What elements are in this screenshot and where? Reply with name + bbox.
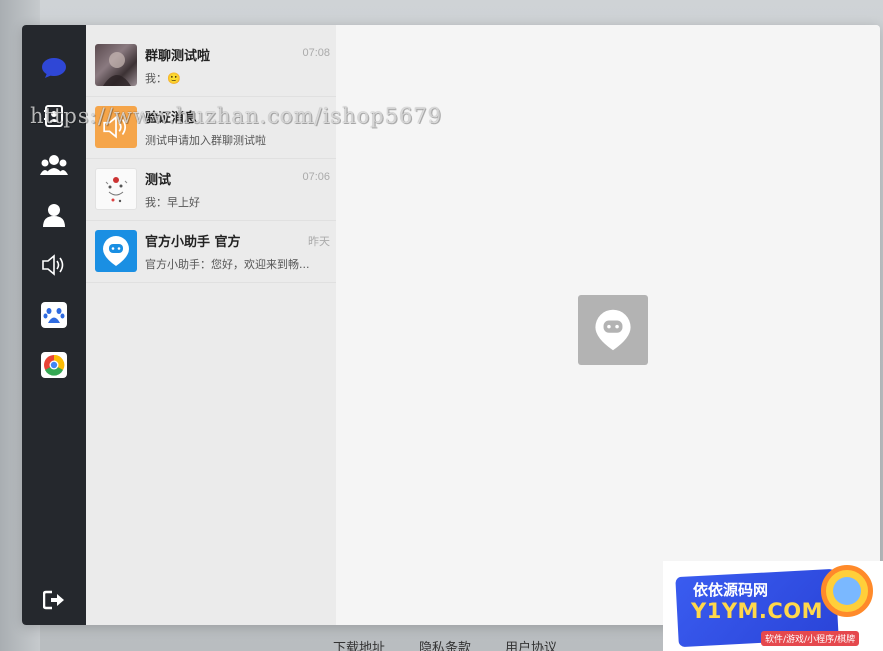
logout-icon[interactable] <box>39 585 69 615</box>
app-logo-placeholder <box>578 295 648 365</box>
speaker-avatar <box>95 106 137 148</box>
conversation-name: 测试 <box>145 173 172 188</box>
contacts-book-icon[interactable] <box>39 101 69 131</box>
assistant-avatar <box>95 230 137 272</box>
conversation-item[interactable]: 群聊测试啦 07:08 我：🙂 <box>86 35 336 97</box>
conversation-preview: 官方小助手：您好，欢迎来到畅... <box>145 258 310 271</box>
footer-links: 下载地址 隐私条款 用户协议 <box>333 637 557 651</box>
conversation-list: 群聊测试啦 07:08 我：🙂 验证消息 测试申请加入群聊测试啦 测试 07:0… <box>86 25 336 625</box>
site-badge: 依依源码网 Y1YM.COM 软件/游戏/小程序/棋牌 <box>663 561 883 651</box>
photo-avatar <box>95 44 137 86</box>
chat-main-area <box>336 25 880 625</box>
browser-icon[interactable] <box>39 350 69 380</box>
magnifier-glass <box>833 577 861 605</box>
privacy-link[interactable]: 隐私条款 <box>419 637 471 651</box>
conversation-preview: 测试申请加入群聊测试啦 <box>145 134 266 147</box>
conversation-time: 昨天 <box>308 236 330 248</box>
conversation-name: 验证消息 <box>145 111 198 126</box>
badge-domain: Y1YM.COM <box>691 599 824 623</box>
conversation-preview: 我：🙂 <box>145 72 181 85</box>
conversation-name: 官方小助手 官方 <box>145 235 241 250</box>
conversation-item[interactable]: 官方小助手 官方 昨天 官方小助手：您好，欢迎来到畅... <box>86 221 336 283</box>
chat-window: 群聊测试啦 07:08 我：🙂 验证消息 测试申请加入群聊测试啦 测试 07:0… <box>22 25 880 625</box>
download-link[interactable]: 下载地址 <box>333 637 385 651</box>
badge-tagline: 软件/游戏/小程序/棋牌 <box>761 631 860 646</box>
conversation-item[interactable]: 测试 07:06 我：早上好 <box>86 159 336 221</box>
conversation-time: 07:08 <box>302 47 330 59</box>
badge-title: 依依源码网 <box>693 581 769 599</box>
group-icon[interactable] <box>39 150 69 180</box>
conversation-time: 07:06 <box>302 171 330 183</box>
chat-bubble-icon[interactable] <box>39 53 69 83</box>
baidu-paw-icon[interactable] <box>39 300 69 330</box>
navigation-rail <box>22 25 86 625</box>
sketch-avatar <box>95 168 137 210</box>
conversation-preview: 我：早上好 <box>145 196 200 209</box>
conversation-name: 群聊测试啦 <box>145 49 211 64</box>
agreement-link[interactable]: 用户协议 <box>505 637 557 651</box>
conversation-item[interactable]: 验证消息 测试申请加入群聊测试啦 <box>86 97 336 159</box>
user-icon[interactable] <box>39 200 69 230</box>
speaker-icon[interactable] <box>39 250 69 280</box>
